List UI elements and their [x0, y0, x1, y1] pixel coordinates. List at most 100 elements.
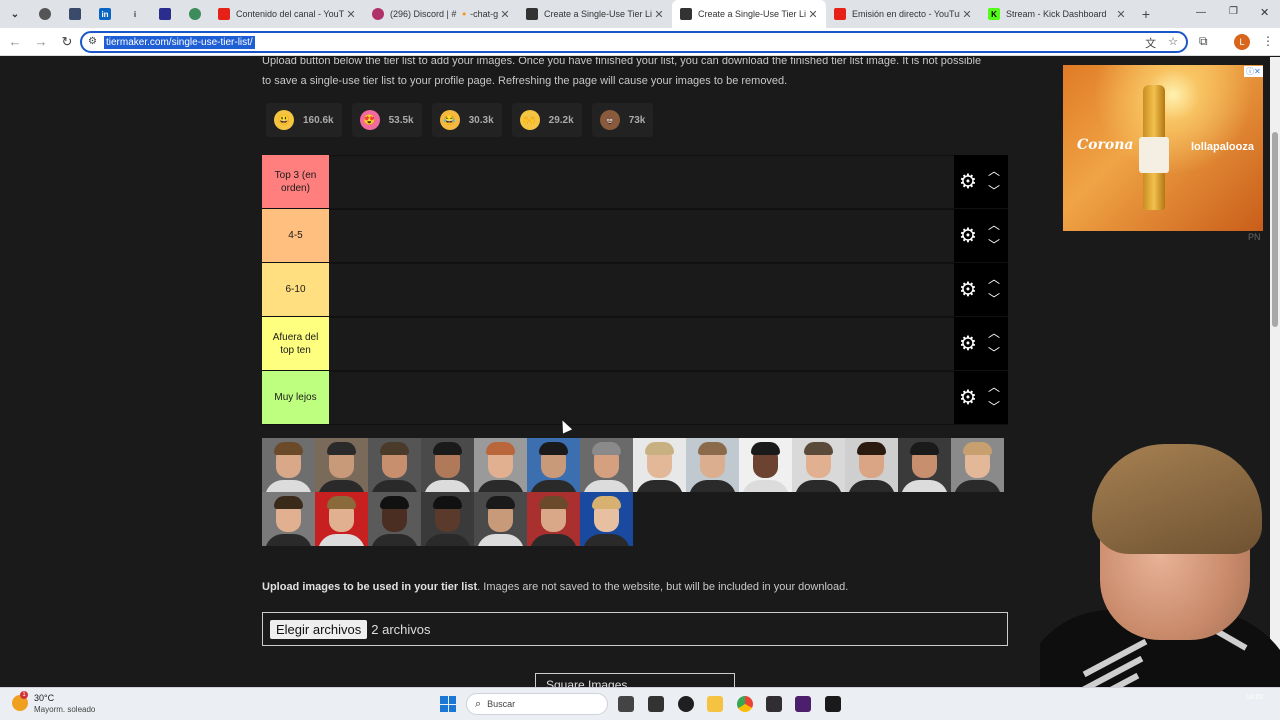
tab-pinned-notion[interactable] — [60, 0, 90, 28]
app-icon[interactable] — [648, 696, 664, 712]
taskbar-search[interactable]: ⌕ Buscar — [466, 693, 608, 715]
player-image[interactable] — [951, 438, 1004, 492]
tier-label[interactable]: Top 3 (en orden) — [262, 155, 329, 208]
gear-icon[interactable]: ⚙ — [958, 280, 978, 300]
chevron-up-icon[interactable]: ︿ — [988, 381, 1000, 393]
forward-icon[interactable]: → — [30, 34, 52, 49]
player-image[interactable] — [527, 492, 580, 546]
ad-choices-icon[interactable]: ⓘ✕ — [1244, 66, 1263, 77]
tier-label[interactable]: Afuera del top ten — [262, 317, 329, 370]
window-close-icon[interactable]: ✕ — [1260, 6, 1269, 19]
player-image[interactable] — [580, 438, 633, 492]
tier-label[interactable]: 4-5 — [262, 209, 329, 262]
gear-icon[interactable]: ⚙ — [958, 172, 978, 192]
chevron-up-icon[interactable]: ︿ — [988, 165, 1000, 177]
tab-pinned-app[interactable] — [150, 0, 180, 28]
premiere-icon[interactable] — [795, 696, 811, 712]
chevron-down-icon[interactable]: ﹀ — [988, 239, 1000, 251]
translate-icon[interactable]: ⽂ — [1145, 35, 1156, 51]
gear-icon[interactable]: ⚙ — [958, 388, 978, 408]
player-image[interactable] — [527, 438, 580, 492]
tab-kick[interactable]: K Stream - Kick Dashboard ✕ — [980, 0, 1134, 28]
url-input[interactable]: ⚙ tiermaker.com/single-use-tier-list/ ⽂ … — [80, 31, 1188, 53]
player-image[interactable] — [633, 438, 686, 492]
github-icon[interactable] — [678, 696, 694, 712]
tier-label[interactable]: 6-10 — [262, 263, 329, 316]
tier-drop-zone[interactable] — [329, 371, 954, 424]
reaction-poop[interactable]: 💩 73k — [591, 103, 654, 137]
player-image[interactable] — [845, 438, 898, 492]
chevron-down-icon[interactable]: ﹀ — [988, 347, 1000, 359]
capcut-icon[interactable] — [825, 696, 841, 712]
task-view-icon[interactable] — [618, 696, 634, 712]
corona-ad-banner[interactable]: Corona lollapalooza — [1063, 65, 1263, 231]
tab-pinned-web[interactable] — [30, 0, 60, 28]
tier-label[interactable]: Muy lejos — [262, 371, 329, 424]
image-type-select[interactable]: Square Images — [535, 673, 735, 687]
tier-drop-zone[interactable] — [329, 209, 954, 262]
tab-youtube-live[interactable]: Emisión en directo - YouTube ✕ — [826, 0, 980, 28]
reload-icon[interactable]: ↻ — [56, 34, 78, 50]
reaction-hands[interactable]: 🙌 29.2k — [511, 103, 582, 137]
reaction-love[interactable]: 😍 53.5k — [351, 103, 422, 137]
gear-icon[interactable]: ⚙ — [958, 334, 978, 354]
back-icon[interactable]: ← — [4, 34, 26, 49]
tab-pinned-leaf[interactable] — [180, 0, 210, 28]
chevron-down-icon[interactable]: ﹀ — [988, 185, 1000, 197]
tab-tiermaker-1[interactable]: Create a Single-Use Tier List | ✕ — [518, 0, 672, 28]
folder-icon[interactable] — [707, 696, 723, 712]
reaction-smile[interactable]: 😃 160.6k — [266, 103, 342, 137]
tab-tiermaker-active[interactable]: Create a Single-Use Tier List | ✕ — [672, 0, 826, 28]
chevron-down-icon[interactable]: ﹀ — [988, 293, 1000, 305]
tab-search-menu[interactable]: ⌄ — [0, 0, 30, 28]
new-tab-button[interactable]: + — [1134, 0, 1158, 28]
minimize-icon[interactable]: — — [1196, 7, 1206, 18]
close-icon[interactable]: ✕ — [652, 8, 666, 21]
tab-discord[interactable]: (296) Discord | # 🔸-chat-gene✕ — [364, 0, 518, 28]
player-image[interactable] — [315, 438, 368, 492]
player-image[interactable] — [739, 438, 792, 492]
tier-drop-zone[interactable] — [329, 317, 954, 370]
shoulders — [477, 480, 524, 492]
maximize-icon[interactable]: ❐ — [1229, 6, 1238, 17]
chevron-up-icon[interactable]: ︿ — [988, 327, 1000, 339]
player-image[interactable] — [262, 438, 315, 492]
close-icon[interactable]: ✕ — [344, 8, 358, 21]
tab-youtube-content[interactable]: Contenido del canal - YouTub ✕ — [210, 0, 364, 28]
player-image[interactable] — [792, 438, 845, 492]
choose-files-button[interactable]: Elegir archivos — [270, 619, 368, 639]
player-image[interactable] — [315, 492, 368, 546]
windows-start-icon[interactable] — [440, 696, 456, 712]
site-info-icon[interactable]: ⚙ — [88, 36, 97, 47]
close-icon[interactable]: ✕ — [1114, 8, 1128, 21]
avatar[interactable]: L — [1234, 34, 1250, 50]
player-image[interactable] — [474, 492, 527, 546]
player-image[interactable] — [421, 492, 474, 546]
player-image[interactable] — [686, 438, 739, 492]
tab-pinned-linkedin[interactable]: in — [90, 0, 120, 28]
obs-icon[interactable] — [766, 696, 782, 712]
gear-icon[interactable]: ⚙ — [958, 226, 978, 246]
bookmark-star-icon[interactable]: ☆ — [1168, 35, 1178, 51]
player-image[interactable] — [262, 492, 315, 546]
close-icon[interactable]: ✕ — [498, 8, 512, 21]
chrome-icon[interactable] — [737, 696, 753, 712]
chevron-up-icon[interactable]: ︿ — [988, 273, 1000, 285]
player-image[interactable] — [474, 438, 527, 492]
tier-drop-zone[interactable] — [329, 155, 954, 208]
extensions-icon[interactable]: ⧉ — [1199, 34, 1208, 49]
menu-dots-icon[interactable]: ⋮ — [1262, 34, 1274, 48]
player-image[interactable] — [580, 492, 633, 546]
tab-pinned-info[interactable]: i — [120, 0, 150, 28]
player-image[interactable] — [368, 492, 421, 546]
chevron-down-icon[interactable]: ﹀ — [988, 401, 1000, 413]
player-image[interactable] — [421, 438, 474, 492]
close-icon[interactable]: ✕ — [960, 8, 974, 21]
scrollbar-thumb[interactable] — [1272, 132, 1278, 327]
chevron-up-icon[interactable]: ︿ — [988, 219, 1000, 231]
player-image[interactable] — [368, 438, 421, 492]
close-icon[interactable]: ✕ — [806, 8, 820, 21]
player-image[interactable] — [898, 438, 951, 492]
reaction-laugh[interactable]: 😂 30.3k — [431, 103, 502, 137]
tier-drop-zone[interactable] — [329, 263, 954, 316]
